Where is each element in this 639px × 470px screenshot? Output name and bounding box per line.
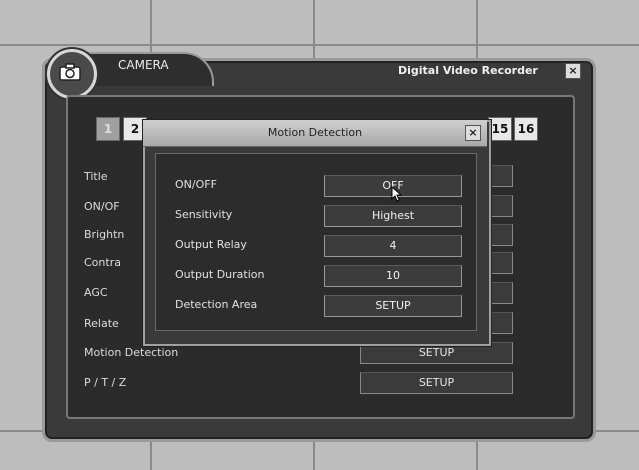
camera-tab-label: CAMERA [118,58,169,72]
detection-area-setup-button[interactable]: SETUP [324,295,462,317]
ptz-label: P / T / Z [84,376,127,389]
on-off-label: ON/OF [84,200,120,213]
agc-label: AGC [84,286,108,299]
sensitivity-button[interactable]: Highest [324,205,462,227]
window-title: Digital Video Recorder [398,64,538,77]
sensitivity-label: Sensitivity [175,208,233,221]
brightness-label: Brightn [84,228,125,241]
dialog-close-button[interactable]: × [465,125,481,141]
motion-detection-label: Motion Detection [84,346,179,359]
output-relay-button[interactable]: 4 [324,235,462,257]
ptz-setup-button[interactable]: SETUP [360,372,513,394]
contrast-label: Contra [84,256,121,269]
output-relay-label: Output Relay [175,238,247,251]
dialog-title: Motion Detection [267,126,363,139]
camera-icon [47,49,97,99]
grid-line [0,44,639,46]
mouse-cursor-icon [391,185,403,206]
related-label: Relate [84,317,119,330]
on-off-label: ON/OFF [175,178,217,191]
channel-tab-15[interactable]: 15 [488,117,512,141]
channel-tab-1[interactable]: 1 [96,117,120,141]
output-duration-button[interactable]: 10 [324,265,462,287]
window-close-button[interactable]: × [565,63,581,79]
channel-tab-16[interactable]: 16 [514,117,538,141]
title-label: Title [84,170,108,183]
output-duration-label: Output Duration [175,268,265,281]
detection-area-label: Detection Area [175,298,258,311]
